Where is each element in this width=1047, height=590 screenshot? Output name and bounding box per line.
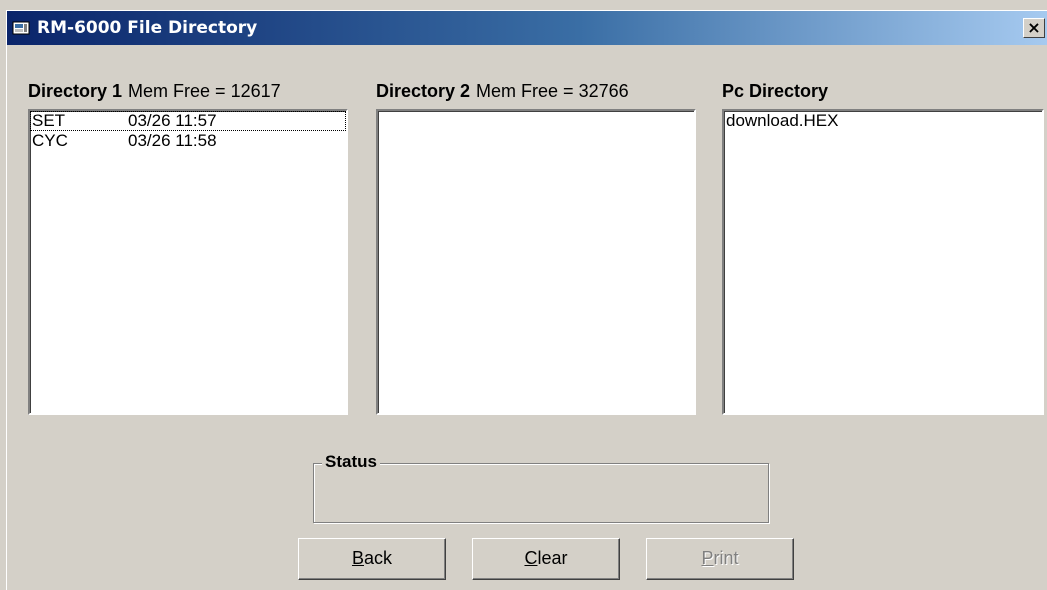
file-date: 03/26 11:57 — [128, 111, 217, 130]
status-label: Status — [322, 452, 380, 472]
list-item[interactable]: SET 03/26 11:57 — [30, 111, 346, 131]
pc-directory-listbox[interactable]: download.HEX — [722, 109, 1044, 415]
list-item[interactable]: download.HEX — [724, 111, 1042, 131]
print-button-label: rint — [713, 548, 739, 568]
file-name: download.HEX — [726, 111, 839, 130]
file-date: 03/26 11:58 — [128, 131, 217, 150]
directory1-title: Directory 1 — [28, 81, 123, 101]
directory2-mem-free: Mem Free = 32766 — [476, 81, 629, 101]
pc-directory-title: Pc Directory — [722, 81, 829, 101]
clear-button[interactable]: Clear — [472, 538, 620, 580]
window-title: RM-6000 File Directory — [37, 18, 258, 38]
directory1-mem-free: Mem Free = 12617 — [128, 81, 281, 101]
clear-button-label: lear — [537, 548, 568, 568]
directory1-heading: Directory 1 Mem Free = 12617 — [28, 80, 281, 102]
status-group: Status — [313, 452, 769, 523]
file-name: SET — [32, 111, 66, 130]
file-directory-window: RM-6000 File Directory × Directory 1 Mem … — [6, 10, 1047, 590]
pc-directory-heading: Pc Directory — [722, 80, 828, 102]
directory2-title: Directory 2 — [376, 81, 471, 101]
clear-button-accel: C — [524, 548, 538, 568]
back-button[interactable]: Back — [298, 538, 446, 580]
directory2-listbox[interactable] — [376, 109, 696, 415]
app-icon — [12, 21, 30, 35]
print-button[interactable]: Print — [646, 538, 794, 580]
print-button-accel: P — [701, 548, 714, 568]
directory1-listbox[interactable]: SET 03/26 11:57 CYC 03/26 11:58 — [28, 109, 348, 415]
directory2-heading: Directory 2 Mem Free = 32766 — [376, 80, 629, 102]
back-button-accel: B — [351, 548, 364, 568]
title-bar[interactable]: RM-6000 File Directory × — [7, 11, 1047, 45]
file-name: CYC — [32, 131, 68, 150]
list-item[interactable]: CYC 03/26 11:58 — [30, 131, 346, 151]
back-button-label: ack — [364, 548, 393, 568]
close-icon: × — [1027, 18, 1041, 37]
close-button[interactable]: × — [1023, 18, 1045, 38]
